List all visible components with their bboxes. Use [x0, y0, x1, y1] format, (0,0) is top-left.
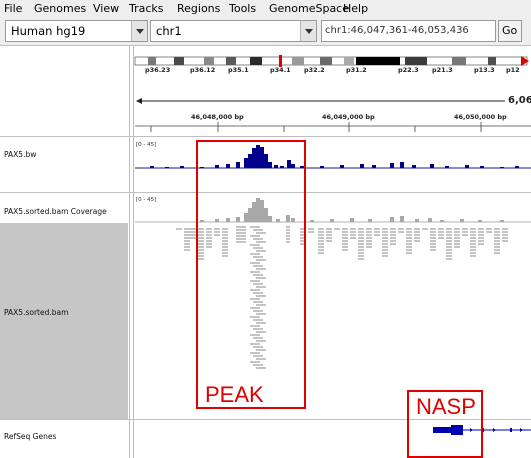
band-label: p34.1 — [270, 66, 291, 74]
region-width-label: 6,06 — [508, 95, 531, 106]
track-name-coverage[interactable]: PAX5.sorted.bam Coverage — [4, 207, 107, 216]
ruler[interactable] — [135, 122, 531, 132]
ruler-tick-label: 46,050,000 bp — [454, 113, 507, 121]
alignment-label-background — [0, 223, 128, 419]
ruler-tick-label: 46,048,000 bp — [191, 113, 244, 121]
bigwig-data-range: [0 - 45] — [136, 142, 157, 148]
band-label: p12 — [506, 66, 520, 74]
ruler-tick-label: 46,049,000 bp — [322, 113, 375, 121]
band-label: p22.3 — [398, 66, 419, 74]
band-label: p36.23 — [145, 66, 171, 74]
band-label: p36.12 — [190, 66, 216, 74]
band-label: p13.3 — [474, 66, 495, 74]
track-name-alignment[interactable]: PAX5.sorted.bam — [4, 308, 68, 317]
track-name-bigwig[interactable]: PAX5.bw — [4, 150, 36, 159]
band-label: p32.2 — [304, 66, 325, 74]
gene-annotation-label: NASP — [416, 394, 476, 419]
arrow-left-icon — [136, 98, 142, 104]
band-label: p35.1 — [228, 66, 249, 74]
peak-annotation-label: PEAK — [205, 382, 264, 407]
band-label: p21.3 — [432, 66, 453, 74]
coverage-data-range: [0 - 45] — [136, 197, 157, 203]
peak-highlight-box — [196, 140, 306, 409]
track-name-refseq[interactable]: RefSeq Genes — [4, 432, 56, 441]
band-label: p31.2 — [346, 66, 367, 74]
